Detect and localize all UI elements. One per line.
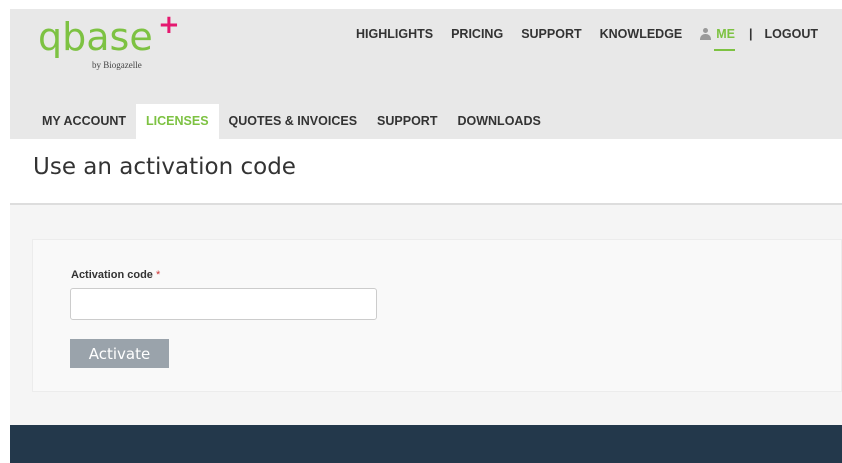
activate-button[interactable]: Activate xyxy=(70,339,169,368)
activation-code-label: Activation code * xyxy=(71,269,160,281)
tab-licenses[interactable]: LICENSES xyxy=(136,104,219,139)
logo-wordmark: qbase xyxy=(38,15,153,59)
logo-plus-sign: + xyxy=(158,10,180,40)
nav-item-knowledge[interactable]: KNOWLEDGE xyxy=(600,27,683,41)
nav-item-me-label: ME xyxy=(716,27,736,41)
page-title: Use an activation code xyxy=(33,154,296,180)
tab-quotes-invoices[interactable]: QUOTES & INVOICES xyxy=(219,104,368,139)
logo-byline: by Biogazelle xyxy=(92,60,142,70)
nav-item-logout[interactable]: LOGOUT xyxy=(765,27,818,41)
nav-item-support[interactable]: SUPPORT xyxy=(521,27,581,41)
activation-code-input[interactable] xyxy=(70,288,377,320)
site-footer xyxy=(10,425,842,463)
main-content: Activation code * Activate xyxy=(10,203,842,425)
nav-item-highlights[interactable]: HIGHLIGHTS xyxy=(356,27,433,41)
nav-item-pricing[interactable]: PRICING xyxy=(451,27,503,41)
user-icon xyxy=(700,28,712,40)
activation-form: Activation code * Activate xyxy=(32,239,842,392)
account-tabs: MY ACCOUNT LICENSES QUOTES & INVOICES SU… xyxy=(32,104,551,139)
qbase-logo[interactable]: qbase + by Biogazelle xyxy=(38,11,218,77)
required-marker: * xyxy=(155,269,161,281)
nav-item-me[interactable]: ME xyxy=(700,27,736,51)
tab-downloads[interactable]: DOWNLOADS xyxy=(447,104,550,139)
tab-support[interactable]: SUPPORT xyxy=(367,104,447,139)
activation-code-label-text: Activation code xyxy=(71,269,153,281)
nav-separator: | xyxy=(749,27,753,41)
top-navigation: HIGHLIGHTS PRICING SUPPORT KNOWLEDGE ME … xyxy=(356,24,818,51)
site-header: qbase + by Biogazelle HIGHLIGHTS PRICING… xyxy=(10,9,842,139)
tab-my-account[interactable]: MY ACCOUNT xyxy=(32,104,136,139)
